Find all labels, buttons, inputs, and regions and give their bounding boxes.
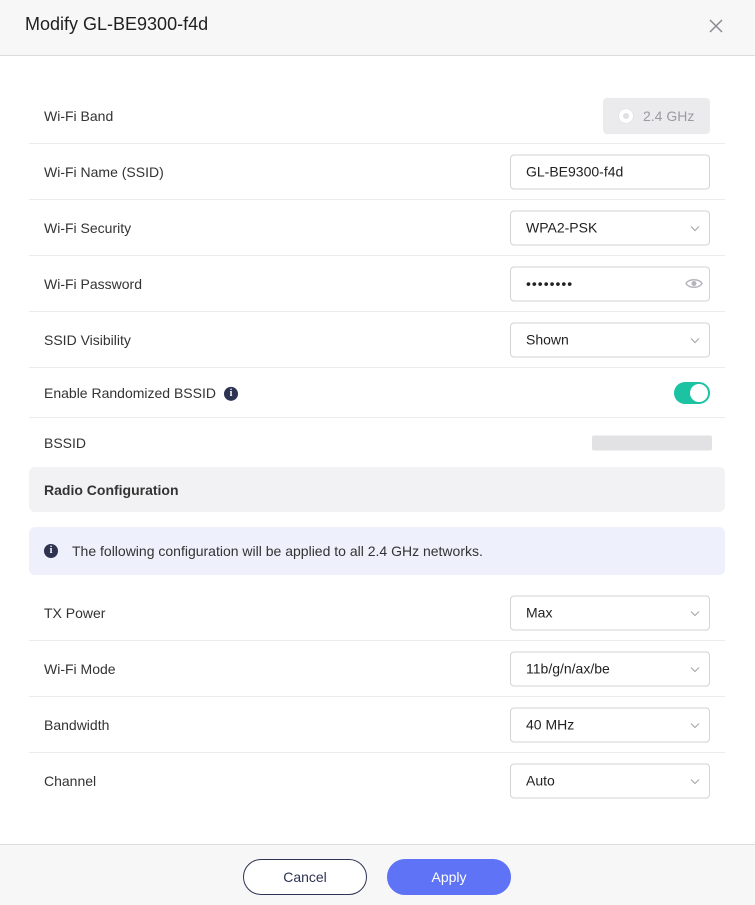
ssid-label: Wi-Fi Name (SSID) (44, 163, 164, 180)
tx-power-value: Max (526, 604, 553, 620)
bssid-value-redacted (592, 435, 712, 450)
randomized-bssid-label: Enable Randomized BSSID i (44, 384, 238, 401)
chevron-down-icon (689, 719, 701, 731)
wifi-mode-row: Wi-Fi Mode 11b/g/n/ax/be (29, 641, 725, 697)
cancel-button[interactable]: Cancel (243, 859, 367, 895)
bandwidth-select[interactable]: 40 MHz (510, 707, 710, 742)
channel-value: Auto (526, 772, 555, 789)
security-row: Wi-Fi Security WPA2-PSK (29, 200, 725, 256)
wifi-band-row: Wi-Fi Band 2.4 GHz (29, 88, 725, 144)
visibility-select[interactable]: Shown (510, 322, 710, 357)
ssid-input[interactable]: GL-BE9300-f4d (510, 154, 710, 189)
wifi-band-label: Wi-Fi Band (44, 107, 114, 124)
wifi-band-value: 2.4 GHz (643, 107, 695, 124)
close-icon[interactable] (706, 16, 726, 36)
password-row: Wi-Fi Password •••••••• (29, 256, 725, 312)
channel-row: Channel Auto (29, 753, 725, 809)
tx-power-label: TX Power (44, 604, 106, 621)
radio-config-title: Radio Configuration (44, 482, 179, 498)
channel-label: Channel (44, 773, 97, 789)
chevron-down-icon (689, 776, 701, 788)
tx-power-row: TX Power Max (29, 585, 725, 641)
wifi-mode-label: Wi-Fi Mode (44, 660, 116, 677)
tx-power-select[interactable]: Max (510, 595, 710, 630)
security-select[interactable]: WPA2-PSK (510, 210, 710, 245)
randomized-bssid-text: Enable Randomized BSSID (44, 384, 216, 401)
password-label: Wi-Fi Password (44, 275, 143, 292)
apply-button[interactable]: Apply (387, 859, 511, 895)
visibility-value: Shown (526, 331, 569, 347)
chevron-down-icon (689, 663, 701, 675)
radio-config-section: Radio Configuration (29, 467, 725, 512)
bandwidth-row: Bandwidth 40 MHz (29, 697, 725, 753)
password-input[interactable]: •••••••• (510, 266, 710, 301)
eye-icon[interactable] (685, 276, 703, 290)
dialog-title: Modify GL-BE9300-f4d (25, 14, 209, 34)
bandwidth-label: Bandwidth (44, 716, 110, 733)
ssid-row: Wi-Fi Name (SSID) GL-BE9300-f4d (29, 144, 725, 200)
password-value: •••••••• (526, 275, 574, 291)
radio-icon (618, 107, 634, 124)
chevron-down-icon (689, 607, 701, 619)
randomized-bssid-row: Enable Randomized BSSID i (29, 368, 725, 418)
security-label: Wi-Fi Security (44, 219, 132, 236)
wifi-mode-select[interactable]: 11b/g/n/ax/be (510, 651, 710, 686)
dialog-header: Modify GL-BE9300-f4d (0, 0, 755, 56)
chevron-down-icon (689, 222, 701, 234)
info-icon: i (44, 544, 58, 558)
bssid-row: BSSID (29, 418, 725, 467)
visibility-label: SSID Visibility (44, 331, 131, 348)
info-icon[interactable]: i (224, 386, 238, 401)
channel-select[interactable]: Auto (510, 763, 710, 799)
info-notice-text: The following configuration will be appl… (72, 543, 483, 559)
wifi-mode-value: 11b/g/n/ax/be (526, 660, 610, 676)
toggle-knob (690, 383, 708, 402)
chevron-down-icon (689, 334, 701, 346)
visibility-row: SSID Visibility Shown (29, 312, 725, 368)
dialog-footer: Cancel Apply (0, 844, 755, 905)
bssid-label: BSSID (44, 434, 87, 451)
bandwidth-value: 40 MHz (526, 716, 575, 732)
wifi-band-option: 2.4 GHz (603, 97, 710, 134)
security-value: WPA2-PSK (526, 219, 598, 235)
dialog-body: Wi-Fi Band 2.4 GHz Wi-Fi Name (SSID) GL-… (29, 88, 725, 809)
randomized-bssid-toggle[interactable] (674, 381, 710, 404)
info-notice: i The following configuration will be ap… (29, 527, 725, 575)
